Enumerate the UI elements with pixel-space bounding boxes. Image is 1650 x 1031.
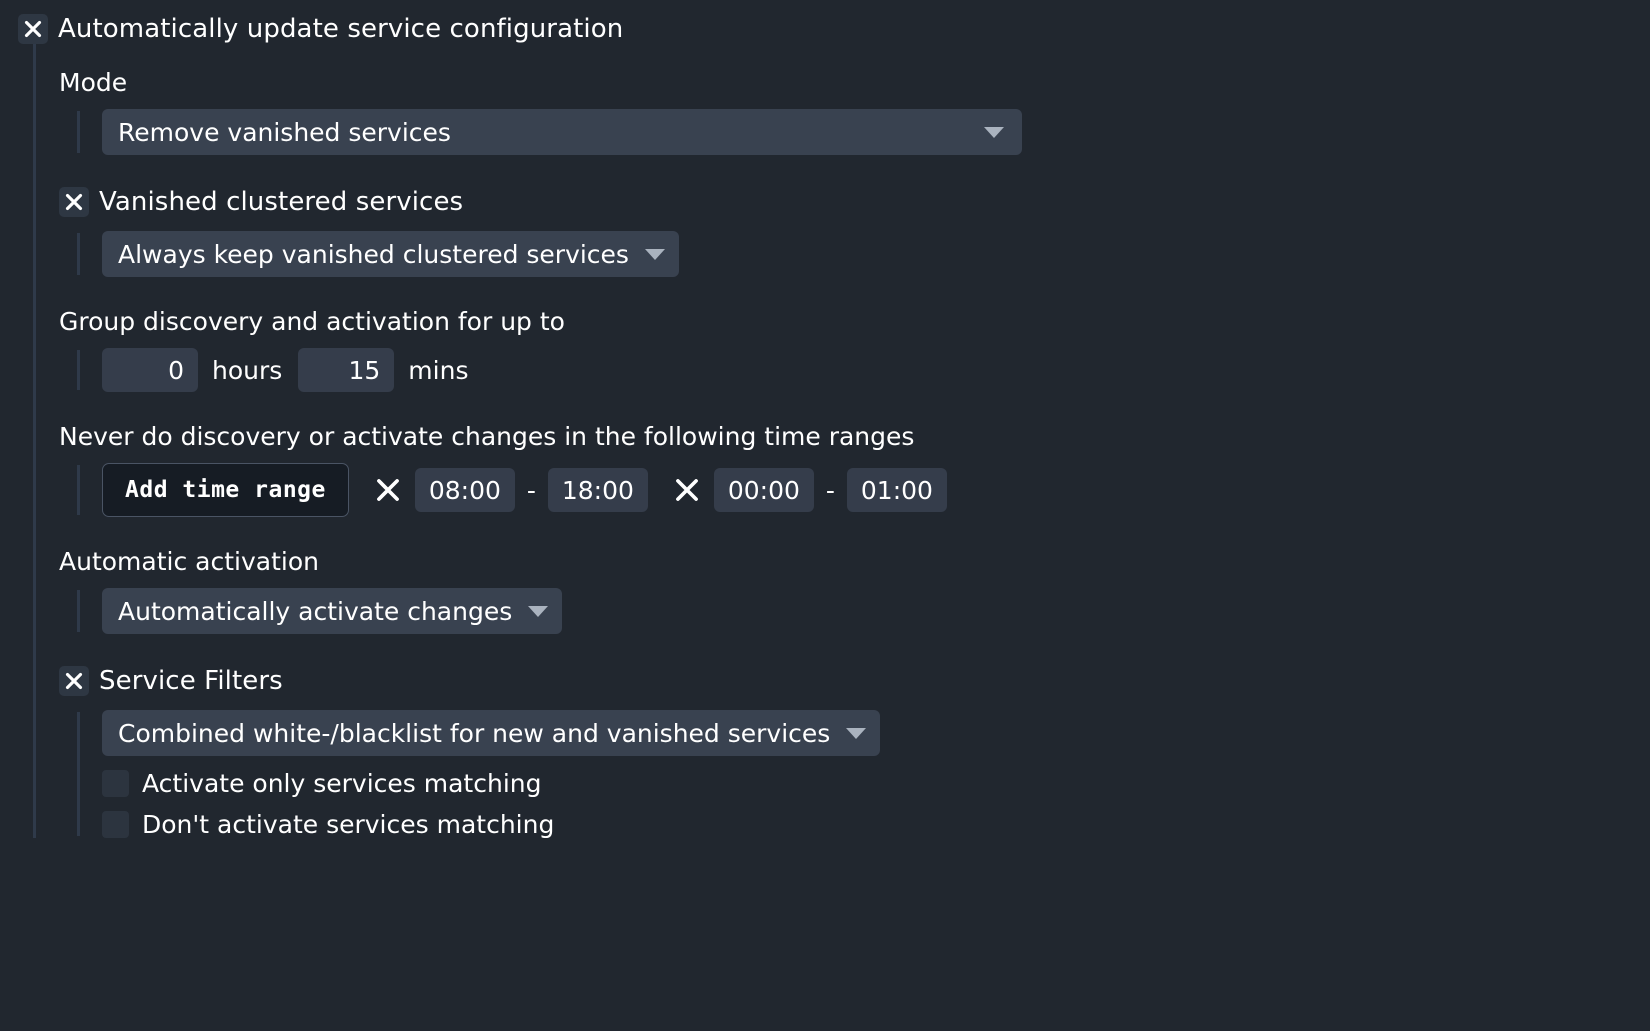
chevron-down-icon xyxy=(984,126,1004,138)
mode-select[interactable]: Remove vanished services xyxy=(102,109,1022,155)
automatic-service-configuration-form: Automatically update service configurati… xyxy=(0,0,1650,1031)
hours-input[interactable]: 0 xyxy=(102,348,198,392)
checkbox-unchecked-icon[interactable] xyxy=(102,811,129,838)
automatic-activation-title: Automatic activation xyxy=(59,547,319,576)
checkbox-unchecked-icon[interactable] xyxy=(102,770,129,797)
time-range-2-end-input[interactable]: 01:00 xyxy=(846,468,947,512)
automatic-activation-select-value: Automatically activate changes xyxy=(118,596,513,626)
automatic-activation-select[interactable]: Automatically activate changes xyxy=(102,588,563,634)
x-mark-icon[interactable] xyxy=(59,187,89,217)
vanished-clustered-select-value: Always keep vanished clustered services xyxy=(118,239,629,269)
service-filters-select[interactable]: Combined white-/blacklist for new and va… xyxy=(102,710,881,756)
chevron-down-icon xyxy=(528,605,549,617)
time-range-1-separator: - xyxy=(526,475,536,505)
mode-field-block: Remove vanished services xyxy=(77,109,1650,155)
mins-input[interactable]: 15 xyxy=(298,348,395,392)
time-ranges-row: Add time range 08:00 - 18:00 00:00 - 01:… xyxy=(102,463,1650,517)
delete-time-range-1-icon[interactable] xyxy=(371,473,405,507)
group-discovery-field-block: 0 hours 15 mins xyxy=(77,348,1650,392)
chevron-down-icon xyxy=(846,727,867,739)
time-range-2-start-input[interactable]: 00:00 xyxy=(713,468,814,512)
root-checkbox-label: Automatically update service configurati… xyxy=(58,14,624,44)
mins-unit-label: mins xyxy=(408,355,469,385)
vanished-clustered-checkbox-row[interactable]: Vanished clustered services xyxy=(59,187,1650,217)
filter-dont-activate-row[interactable]: Don't activate services matching xyxy=(102,811,1650,838)
vanished-clustered-select[interactable]: Always keep vanished clustered services xyxy=(102,231,679,277)
service-filters-checkbox-row[interactable]: Service Filters xyxy=(59,666,1650,696)
time-range-1-end-input[interactable]: 18:00 xyxy=(547,468,648,512)
vanished-clustered-label: Vanished clustered services xyxy=(99,187,464,217)
service-filters-label: Service Filters xyxy=(99,666,283,696)
delete-time-range-2-icon[interactable] xyxy=(670,473,704,507)
time-ranges-title: Never do discovery or activate changes i… xyxy=(59,422,915,451)
x-mark-icon[interactable] xyxy=(59,666,89,696)
vanished-clustered-field-block: Always keep vanished clustered services xyxy=(77,231,1650,277)
time-range-2-separator: - xyxy=(825,475,835,505)
hours-unit-label: hours xyxy=(212,355,283,385)
filter-activate-only-row[interactable]: Activate only services matching xyxy=(102,770,1650,797)
service-filters-select-value: Combined white-/blacklist for new and va… xyxy=(118,718,831,748)
time-range-1-start-input[interactable]: 08:00 xyxy=(414,468,515,512)
mode-select-value: Remove vanished services xyxy=(118,117,451,147)
form-body: Mode Remove vanished services Vanished c… xyxy=(33,44,1650,838)
mode-title: Mode xyxy=(59,68,128,97)
group-discovery-inputs: 0 hours 15 mins xyxy=(102,348,1650,392)
time-ranges-field-block: Add time range 08:00 - 18:00 00:00 - 01:… xyxy=(77,463,1650,517)
group-discovery-title: Group discovery and activation for up to xyxy=(59,307,565,336)
x-mark-icon[interactable] xyxy=(18,14,48,44)
service-filters-field-block: Combined white-/blacklist for new and va… xyxy=(77,710,1650,838)
chevron-down-icon xyxy=(644,248,665,260)
filter-activate-only-label: Activate only services matching xyxy=(142,769,542,798)
filter-dont-activate-label: Don't activate services matching xyxy=(142,810,555,839)
add-time-range-button[interactable]: Add time range xyxy=(102,463,349,517)
automatic-activation-field-block: Automatically activate changes xyxy=(77,588,1650,634)
root-checkbox-row[interactable]: Automatically update service configurati… xyxy=(0,14,1650,44)
